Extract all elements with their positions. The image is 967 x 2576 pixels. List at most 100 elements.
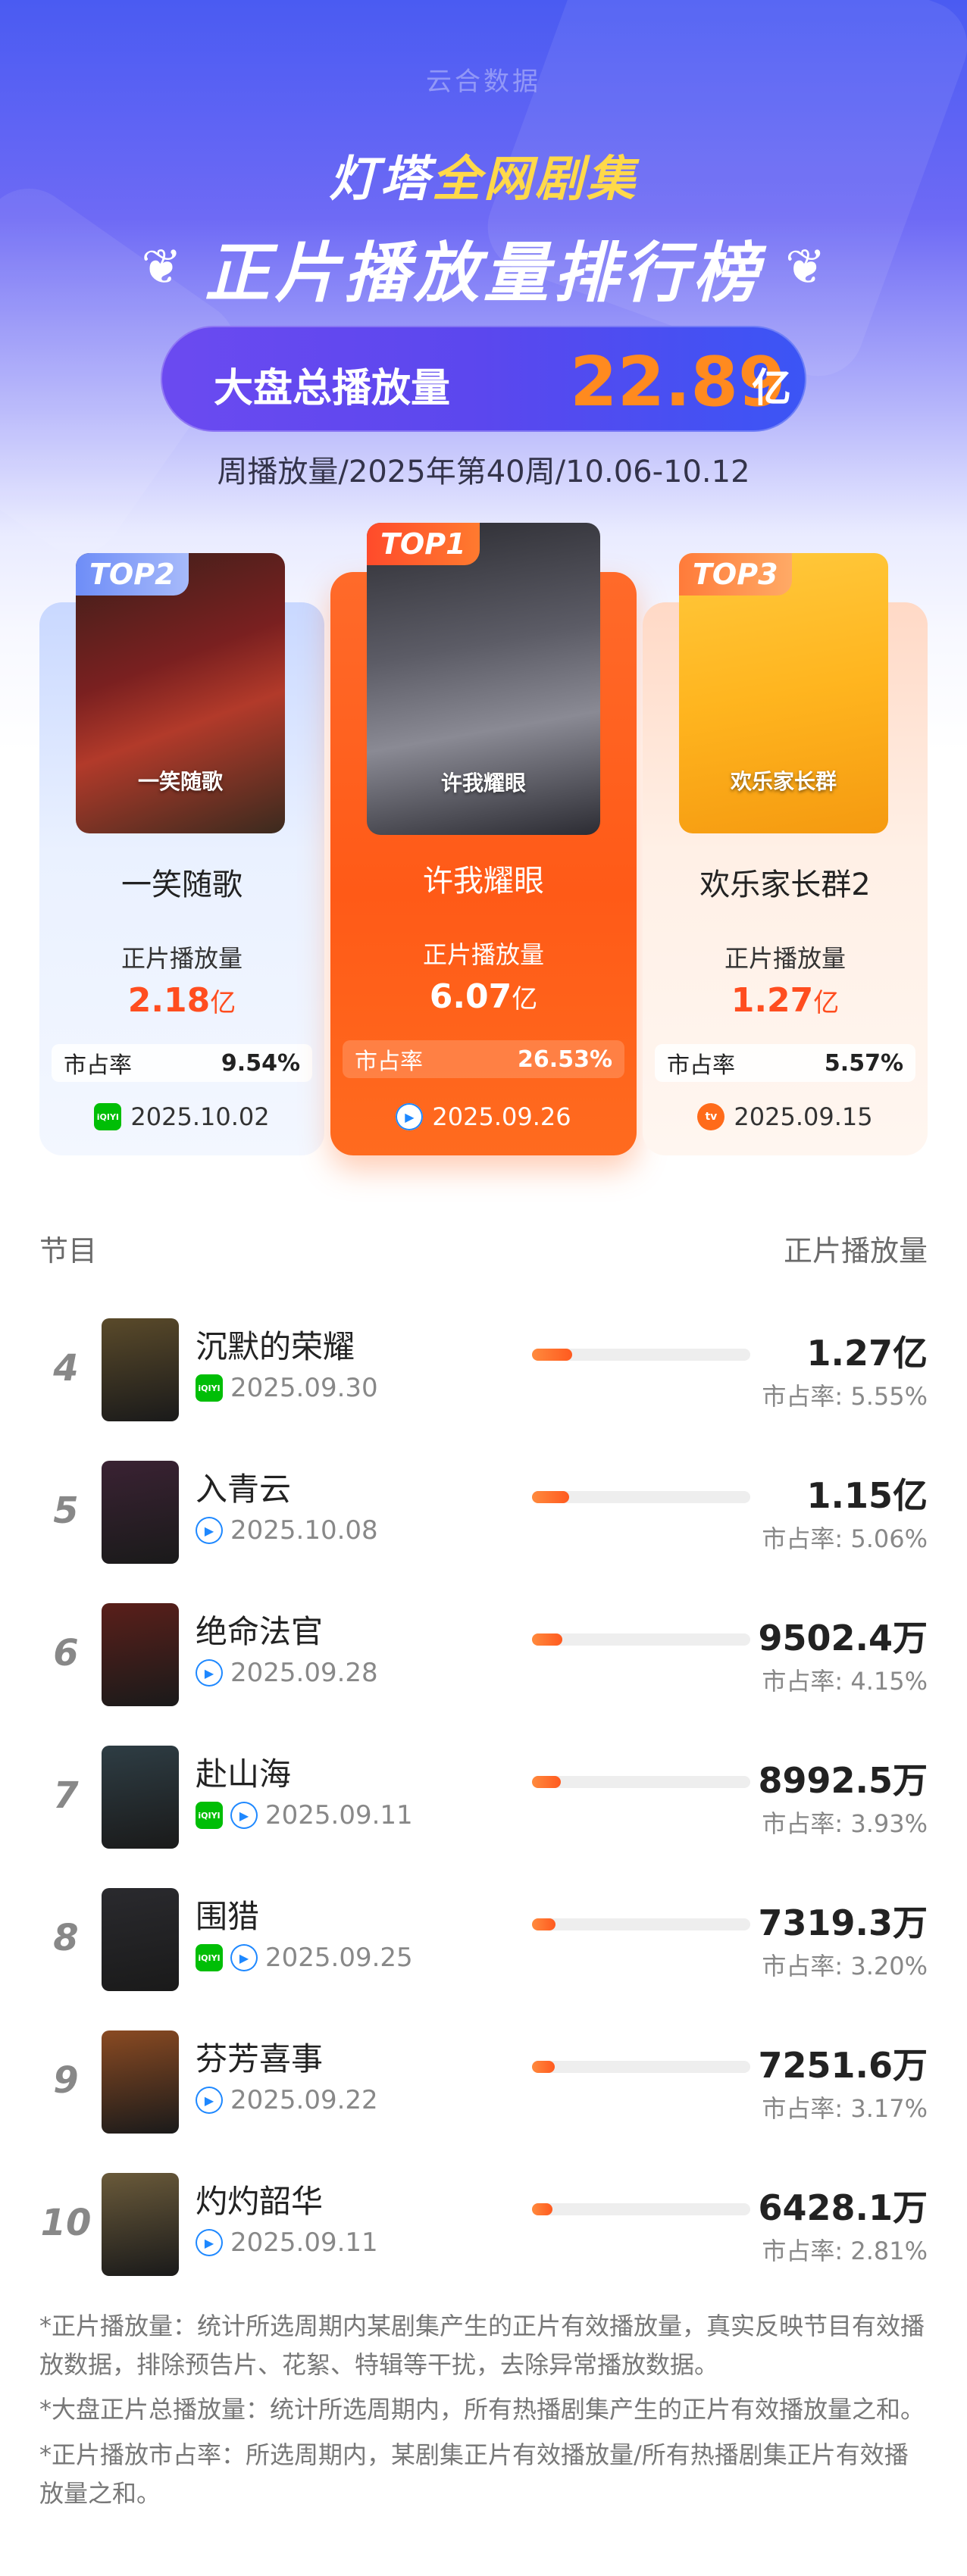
share-bar-track [532,2061,750,2073]
play-count: 6428.1万 [758,2187,928,2228]
poster-title: 欢乐家长群 [730,769,837,794]
tencent-video-icon: ▶ [196,2087,223,2114]
top3-value-unit: 亿 [813,988,840,1018]
rank-number: 6 [53,1632,79,1674]
share-bar-fill [532,2203,552,2215]
top3-name: 欢乐家长群2 [699,868,871,902]
title-highlight: 全网剧集 [432,152,638,208]
drama-title: 赴山海 [196,1755,292,1793]
rank-number: 5 [53,1490,79,1532]
top1-badge: TOP1 [367,523,480,565]
top2-poster: TOP2 一笑随歌 [76,553,285,833]
tencent-video-icon: ▶ [196,1659,223,1687]
table-row[interactable]: 4 沉默的荣耀 iQIYI 2025.09.30 1.27亿 市占率: 5.55% [0,1311,967,1447]
market-share: 市占率: 5.06% [762,1524,928,1553]
iqiyi-icon: iQIYI [196,1374,223,1402]
poster-thumbnail [102,1603,179,1706]
top3-card[interactable]: TOP3 欢乐家长群 欢乐家长群2 正片播放量 1.27亿 市占率 5.57% … [643,553,928,1155]
rank-number: 10 [40,2202,92,2244]
list-header-program: 节目 [39,1234,98,1268]
top1-name: 许我耀眼 [423,864,544,899]
top2-value-unit: 亿 [210,988,236,1018]
table-row[interactable]: 7 赴山海 iQIYI ▶ 2025.09.11 8992.5万 市占率: 3.93% [0,1738,967,1874]
total-label: 大盘总播放量 [214,366,451,411]
drama-title: 围猎 [196,1898,260,1935]
top3-share-row: 市占率 5.57% [655,1044,915,1082]
market-share: 市占率: 5.55% [762,1382,928,1411]
share-bar-fill [532,1633,562,1646]
footnotes: *正片播放量：统计所选周期内某剧集产生的正片有效播放量，真实反映节目有效播放数据… [39,2307,928,2519]
table-row[interactable]: 8 围猎 iQIYI ▶ 2025.09.25 7319.3万 市占率: 3.20% [0,1880,967,2017]
poster-title: 一笑随歌 [137,769,223,794]
top3-poster: TOP3 欢乐家长群 [679,553,888,833]
top3-value-number: 1.27 [731,981,814,1020]
top1-card[interactable]: TOP1 许我耀眼 许我耀眼 正片播放量 6.07亿 市占率 26.53% ▶ … [330,523,637,1155]
poster-thumbnail [102,1888,179,1991]
release-date: 2025.10.08 [230,1515,378,1546]
release-date: 2025.09.28 [230,1658,378,1688]
top1-value-number: 6.07 [429,977,512,1016]
top2-share-value: 9.54% [221,1049,300,1077]
market-share: 市占率: 3.93% [762,1809,928,1838]
row-meta: iQIYI ▶ 2025.09.25 [196,1943,413,1973]
release-date: 2025.09.25 [265,1943,413,1973]
row-meta: ▶ 2025.09.28 [196,1658,378,1688]
share-bar-track [532,1633,750,1646]
top1-value-unit: 亿 [512,984,538,1014]
top2-value-number: 2.18 [127,981,211,1020]
top3-date-row: tv 2025.09.15 [643,1102,928,1131]
poster-thumbnail [102,2030,179,2134]
iqiyi-icon: iQIYI [94,1103,122,1130]
release-date: 2025.09.22 [230,2085,378,2115]
top2-card[interactable]: TOP2 一笑随歌 一笑随歌 正片播放量 2.18亿 市占率 9.54% iQI… [39,553,324,1155]
poster-thumbnail [102,1746,179,1849]
rank-number: 8 [53,1917,79,1959]
row-meta: iQIYI ▶ 2025.09.11 [196,1800,413,1830]
laurel-right-icon: ❦ [785,239,826,295]
table-row[interactable]: 6 绝命法官 ▶ 2025.09.28 9502.4万 市占率: 4.15% [0,1596,967,1732]
release-date: 2025.09.30 [230,1373,378,1403]
drama-title: 沉默的荣耀 [196,1328,355,1365]
market-share: 市占率: 4.15% [762,1667,928,1696]
market-share: 市占率: 2.81% [762,2237,928,2265]
top1-value: 6.07亿 [330,977,637,1016]
share-bar-fill [532,1776,561,1788]
play-count: 9502.4万 [758,1618,928,1658]
play-count: 1.15亿 [806,1475,928,1516]
top1-poster: TOP1 许我耀眼 [367,523,600,835]
share-label: 市占率 [355,1049,423,1075]
title-line-1: 灯塔全网剧集 [0,140,967,210]
table-row[interactable]: 9 芬芳喜事 ▶ 2025.09.22 7251.6万 市占率: 3.17% [0,2023,967,2159]
drama-title: 灼灼韶华 [196,2183,324,2220]
rank-number: 9 [53,2059,79,2102]
top2-metric-label: 正片播放量 [120,944,243,973]
top3-badge: TOP3 [679,553,792,596]
title-line-2: ❦ 正片播放量排行榜 ❦ [0,220,967,314]
top2-share-row: 市占率 9.54% [52,1044,312,1082]
market-share: 市占率: 3.20% [762,1952,928,1980]
poster-title: 许我耀眼 [440,771,526,796]
share-label: 市占率 [64,1052,132,1079]
top2-value: 2.18亿 [39,981,324,1020]
rank-number: 7 [53,1774,79,1817]
tencent-video-icon: ▶ [196,2229,223,2256]
row-meta: ▶ 2025.09.22 [196,2085,378,2115]
tencent-video-icon: ▶ [396,1103,424,1130]
play-count: 7319.3万 [758,1902,928,1943]
top3-value: 1.27亿 [643,981,928,1020]
footnote: *正片播放量：统计所选周期内某剧集产生的正片有效播放量，真实反映节目有效播放数据… [39,2312,925,2380]
poster-thumbnail [102,2173,179,2276]
top2-date-row: iQIYI 2025.10.02 [39,1102,324,1131]
row-meta: ▶ 2025.09.11 [196,2227,378,2258]
top1-share-row: 市占率 26.53% [343,1040,624,1078]
table-row[interactable]: 5 入青云 ▶ 2025.10.08 1.15亿 市占率: 5.06% [0,1453,967,1590]
footnote: *正片播放市占率：所选周期内，某剧集正片有效播放量/所有热播剧集正片有效播放量之… [39,2440,909,2508]
top3-date: 2025.09.15 [734,1102,873,1131]
tencent-video-icon: ▶ [230,1944,258,1971]
top3-share-value: 5.57% [824,1049,903,1077]
table-row[interactable]: 10 灼灼韶华 ▶ 2025.09.11 6428.1万市占率: 2.81% [0,2165,967,2302]
share-bar-fill [532,2061,555,2073]
top1-date: 2025.09.26 [432,1102,571,1131]
poster-thumbnail [102,1461,179,1564]
share-bar-track [532,1918,750,1930]
